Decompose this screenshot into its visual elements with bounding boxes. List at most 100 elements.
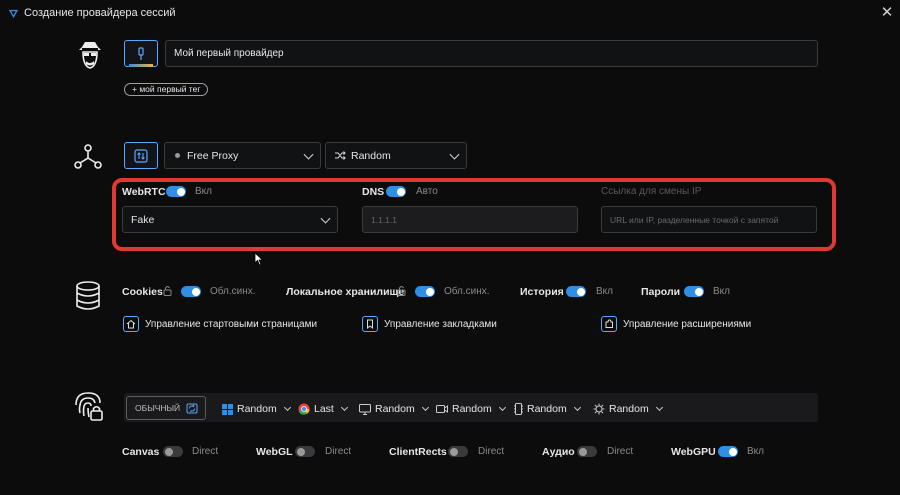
rotation-select[interactable]: Random bbox=[325, 142, 467, 169]
webgl-label: WebGL bbox=[256, 446, 293, 458]
chrome-icon bbox=[298, 403, 310, 415]
extensions-label: Управление расширениями bbox=[623, 318, 752, 330]
provider-name-input[interactable]: Мой первый провайдер bbox=[165, 40, 818, 67]
passwords-toggle[interactable] bbox=[684, 286, 704, 297]
audio-label: Аудио bbox=[542, 446, 575, 458]
camera-icon bbox=[436, 405, 448, 413]
lock-icon bbox=[163, 286, 172, 296]
webrtc-label: WebRTC bbox=[122, 186, 166, 198]
mouse-cursor-icon bbox=[254, 252, 264, 266]
browser-version-value: Last bbox=[314, 403, 334, 415]
canvas-toggle[interactable] bbox=[163, 446, 183, 457]
os-select[interactable]: Random bbox=[222, 401, 291, 417]
refresh-icon bbox=[186, 403, 198, 413]
network-nodes-icon bbox=[74, 144, 102, 169]
ip-change-placeholder: URL или IP, разделенные точкой с запятой bbox=[610, 214, 779, 225]
fingerprint-mode-label: ОБЫЧНЫЙ bbox=[135, 403, 181, 413]
memory-value: Random bbox=[527, 403, 567, 415]
ip-change-input[interactable]: URL или IP, разделенные точкой с запятой bbox=[601, 206, 817, 233]
shuffle-icon bbox=[335, 151, 346, 160]
dns-toggle[interactable] bbox=[386, 186, 406, 197]
pin-icon bbox=[138, 46, 144, 60]
add-tag-button[interactable]: + мой первый тег bbox=[124, 83, 209, 96]
canvas-state: Direct bbox=[192, 446, 219, 457]
chevron-down-icon bbox=[320, 213, 331, 224]
dns-input[interactable]: 1.1.1.1 bbox=[362, 206, 578, 233]
webgpu-toggle[interactable] bbox=[718, 446, 738, 457]
memory-icon bbox=[514, 403, 523, 415]
bookmark-icon bbox=[362, 316, 378, 332]
webgpu-state: Вкл bbox=[747, 446, 764, 457]
chevron-down-icon bbox=[283, 403, 291, 412]
local-storage-state: Обл.синх. bbox=[444, 286, 490, 297]
start-pages-link[interactable]: Управление стартовыми страницами bbox=[123, 316, 317, 332]
webrtc-toggle[interactable] bbox=[166, 186, 186, 197]
audio-state: Direct bbox=[607, 446, 634, 457]
monitor-icon bbox=[359, 403, 371, 415]
home-icon bbox=[123, 316, 139, 332]
close-icon[interactable]: ✕ bbox=[879, 5, 895, 21]
audio-toggle[interactable] bbox=[577, 446, 597, 457]
app-logo-icon bbox=[8, 9, 19, 19]
screen-select[interactable]: Random bbox=[359, 401, 429, 417]
status-dot bbox=[175, 153, 180, 158]
ip-change-label: Ссылка для смены IP bbox=[601, 186, 702, 197]
memory-select[interactable]: Random bbox=[514, 401, 581, 417]
browser-version-select[interactable]: Last bbox=[298, 401, 348, 417]
clientrects-label: ClientRects bbox=[389, 446, 447, 458]
media-devices-select[interactable]: Random bbox=[436, 401, 506, 417]
chevron-down-icon bbox=[449, 149, 460, 160]
fingerprint-lock-icon bbox=[75, 392, 103, 421]
bookmarks-link[interactable]: Управление закладками bbox=[362, 316, 497, 332]
local-storage-toggle[interactable] bbox=[415, 286, 435, 297]
start-pages-label: Управление стартовыми страницами bbox=[145, 318, 318, 330]
cookies-toggle[interactable] bbox=[181, 286, 201, 297]
cpu-icon bbox=[593, 403, 605, 415]
proxy-select-value: Free Proxy bbox=[187, 149, 239, 162]
clientrects-state: Direct bbox=[478, 446, 505, 457]
bookmarks-label: Управление закладками bbox=[384, 318, 497, 330]
chevron-down-icon bbox=[340, 403, 348, 412]
provider-name-value: Мой первый провайдер bbox=[174, 48, 284, 59]
webgl-toggle[interactable] bbox=[295, 446, 315, 457]
history-toggle[interactable] bbox=[566, 286, 586, 297]
window-title: Создание провайдера сессий bbox=[24, 7, 176, 19]
chevron-down-icon bbox=[303, 149, 314, 160]
lock-icon bbox=[397, 286, 406, 296]
fingerprint-mode-button[interactable]: ОБЫЧНЫЙ bbox=[126, 396, 206, 420]
proxy-swap-icon bbox=[134, 148, 148, 163]
webrtc-state: Вкл bbox=[195, 186, 212, 197]
extensions-link[interactable]: Управление расширениями bbox=[601, 316, 751, 332]
local-storage-label: Локальное хранилище bbox=[286, 286, 405, 298]
tag-label: + мой первый тег bbox=[132, 84, 201, 94]
extension-icon bbox=[601, 316, 617, 332]
windows-icon bbox=[222, 403, 233, 415]
database-icon bbox=[76, 281, 100, 310]
rotation-select-value: Random bbox=[351, 149, 391, 162]
cpu-select[interactable]: Random bbox=[593, 401, 663, 417]
history-label: История bbox=[520, 286, 564, 298]
os-value: Random bbox=[237, 403, 277, 415]
chevron-down-icon bbox=[498, 403, 506, 412]
profile-color-button[interactable] bbox=[124, 40, 158, 67]
passwords-state: Вкл bbox=[713, 286, 730, 297]
hacker-avatar-icon bbox=[79, 42, 101, 69]
chevron-down-icon bbox=[421, 403, 429, 412]
color-strip bbox=[129, 64, 153, 67]
webrtc-mode-select[interactable]: Fake bbox=[122, 206, 338, 233]
dns-label: DNS bbox=[362, 186, 385, 198]
proxy-mode-button[interactable] bbox=[124, 142, 158, 169]
clientrects-toggle[interactable] bbox=[448, 446, 468, 457]
canvas-label: Canvas bbox=[122, 446, 160, 458]
title-bar: Создание провайдера сессий ✕ bbox=[0, 0, 900, 28]
webgpu-label: WebGPU bbox=[671, 446, 716, 458]
webgl-state: Direct bbox=[325, 446, 352, 457]
cpu-value: Random bbox=[609, 403, 649, 415]
media-devices-value: Random bbox=[452, 403, 492, 415]
screen-value: Random bbox=[375, 403, 415, 415]
passwords-label: Пароли bbox=[641, 286, 681, 298]
dns-placeholder: 1.1.1.1 bbox=[371, 214, 397, 225]
dns-state: Авто bbox=[416, 186, 438, 197]
cookies-state: Обл.синх. bbox=[210, 286, 256, 297]
proxy-select[interactable]: Free Proxy bbox=[164, 142, 321, 169]
